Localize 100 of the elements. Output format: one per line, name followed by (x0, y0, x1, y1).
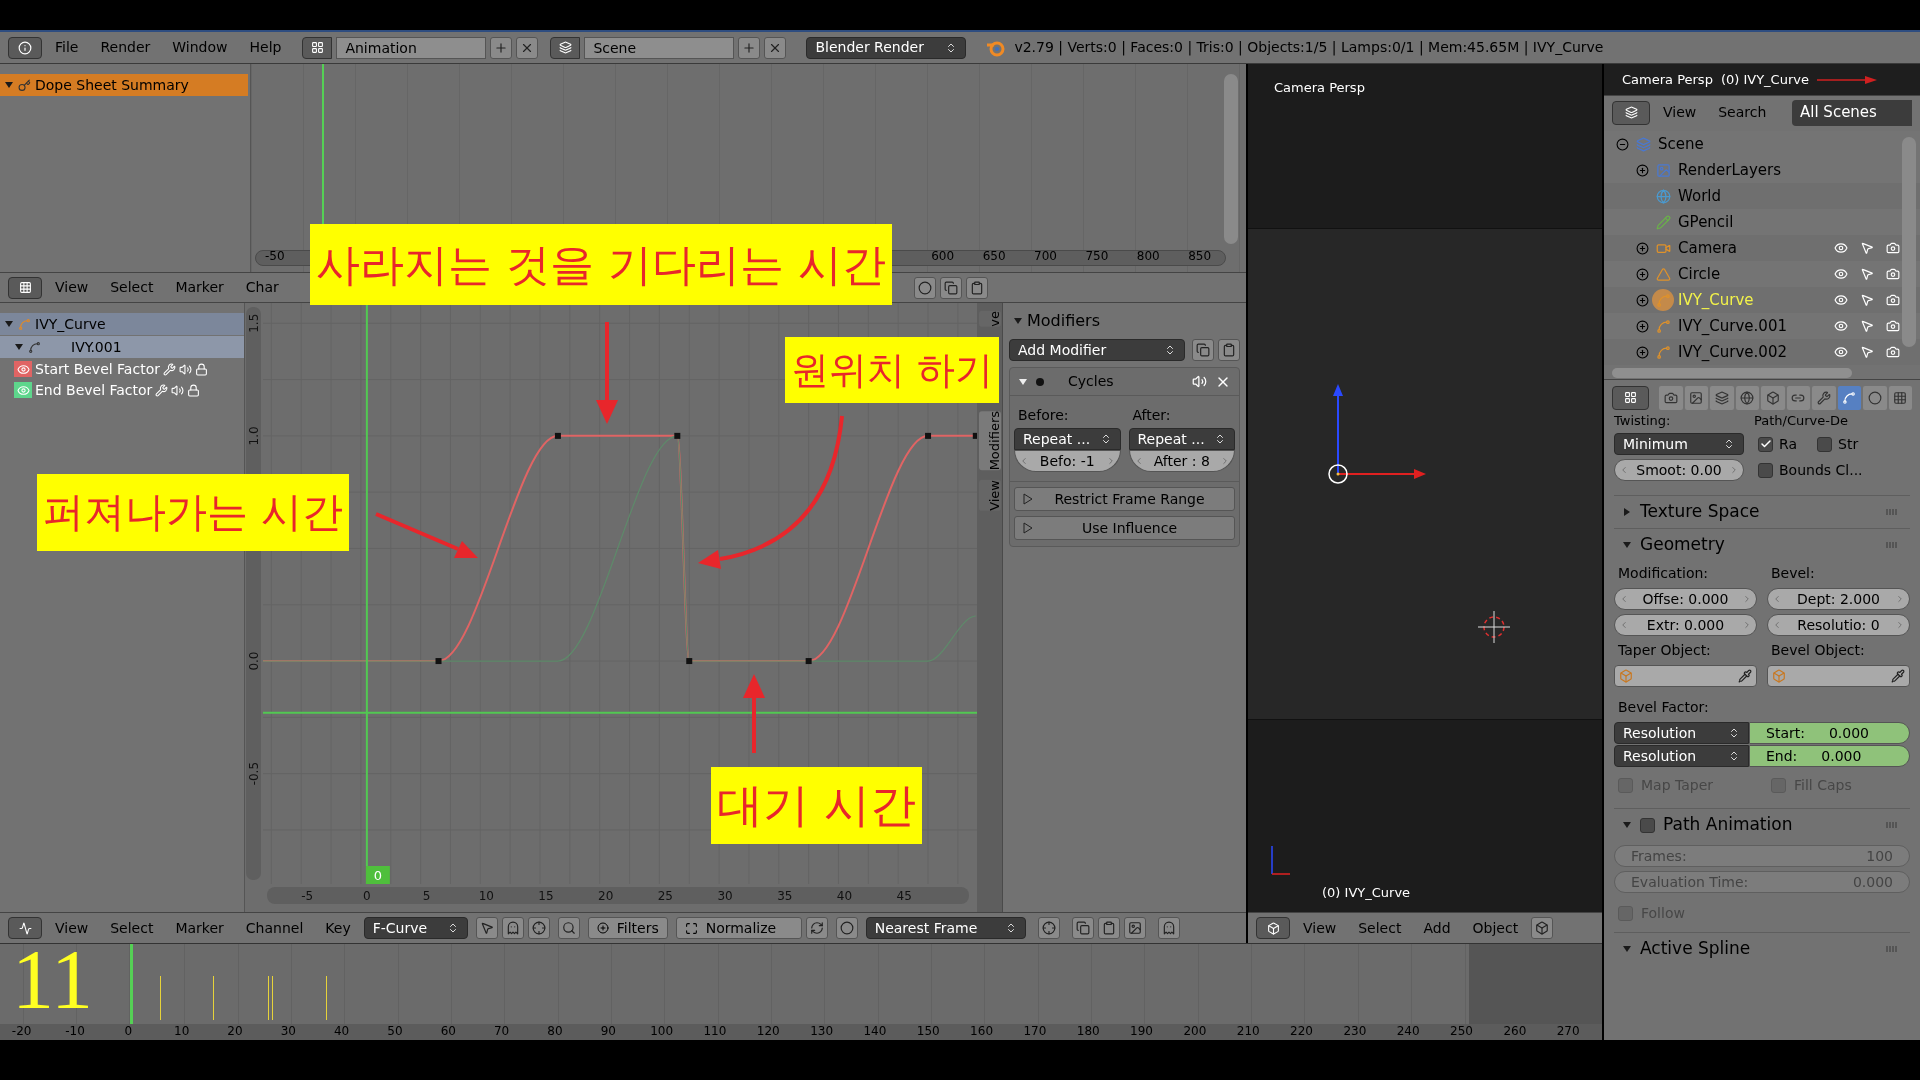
side-tab[interactable]: View (978, 480, 1001, 511)
menu-item[interactable]: Help (240, 37, 291, 58)
outliner-item[interactable]: GPencil (1678, 210, 1734, 234)
proportional-button[interactable] (835, 917, 858, 939)
number-field[interactable]: Befo: -1 (1014, 450, 1121, 472)
layout-field[interactable]: Animation (336, 36, 487, 59)
menu-item[interactable]: Render (91, 37, 160, 58)
number-field[interactable]: After : 8 (1128, 450, 1235, 472)
collapse-triangle-icon[interactable] (4, 80, 14, 90)
keyframe-point[interactable] (686, 658, 693, 665)
menu-item[interactable]: View (1294, 917, 1346, 939)
paste-button[interactable] (1097, 917, 1120, 939)
expand-icon[interactable] (1635, 345, 1649, 359)
copy-button[interactable] (1071, 917, 1094, 939)
toggle-button[interactable]: Use Influence (1014, 516, 1235, 540)
outliner-item[interactable]: RenderLayers (1678, 158, 1782, 182)
camera-icon[interactable] (1886, 241, 1900, 255)
keyframe-point[interactable] (435, 658, 442, 665)
expand-icon[interactable] (1635, 319, 1649, 333)
properties-tab[interactable] (1837, 385, 1862, 410)
action-channel[interactable]: IVY.001 (0, 336, 244, 358)
properties-tab[interactable] (1812, 385, 1836, 410)
pointer-icon[interactable] (1860, 319, 1874, 333)
keyframe-point[interactable] (554, 432, 561, 439)
menu-item[interactable]: View (46, 277, 98, 298)
before-mode-dropdown[interactable]: Repeat ... (1014, 428, 1121, 450)
outliner-item[interactable]: Camera (1678, 236, 1737, 260)
menu-item[interactable]: Char (236, 277, 288, 298)
collapse-triangle-icon[interactable] (1622, 944, 1632, 954)
checkbox[interactable] (1758, 462, 1773, 478)
menu-item[interactable]: Channel (236, 917, 313, 939)
menu-item[interactable]: File (46, 37, 88, 58)
after-mode-dropdown[interactable]: Repeat ... (1128, 428, 1235, 450)
expand-icon[interactable] (1635, 267, 1649, 281)
current-frame-badge[interactable]: 0 (365, 866, 390, 884)
outliner-item[interactable]: World (1678, 184, 1721, 208)
toggle-button[interactable]: Restrict Frame Range (1014, 487, 1235, 511)
target-button[interactable] (527, 917, 550, 939)
menu-item[interactable]: Window (163, 37, 237, 58)
properties-tab[interactable] (1888, 385, 1913, 410)
menu-item[interactable]: View (46, 917, 98, 939)
menu-item[interactable]: Add (1414, 917, 1460, 939)
pointer-icon[interactable] (1860, 241, 1874, 255)
properties-tab[interactable] (1761, 385, 1785, 410)
search-button[interactable] (557, 917, 580, 939)
collapse-triangle-icon[interactable] (1018, 376, 1028, 387)
checkbox[interactable] (1758, 436, 1773, 452)
outliner-item[interactable]: Circle (1678, 262, 1721, 286)
twist-method-dropdown[interactable]: Minimum (1614, 433, 1744, 455)
editor-type-button[interactable] (1612, 385, 1650, 410)
eye-icon[interactable] (1834, 241, 1848, 255)
expand-icon[interactable] (1635, 241, 1649, 255)
filters-button[interactable]: Filters (587, 917, 668, 939)
add-button[interactable] (490, 36, 513, 59)
number-field[interactable]: Dept: 2.000 (1767, 588, 1910, 610)
scene-type-button[interactable] (550, 36, 581, 59)
visibility-toggle[interactable] (14, 361, 32, 377)
pointer-icon[interactable] (1860, 345, 1874, 359)
properties-tab[interactable] (1684, 385, 1709, 410)
number-field[interactable]: Frames: 100 (1614, 845, 1910, 867)
number-field[interactable]: Smoot: 0.00 (1614, 459, 1744, 481)
collapse-triangle-icon[interactable] (1622, 820, 1632, 830)
menu-item[interactable]: Select (101, 917, 163, 939)
active-toggle[interactable] (1036, 377, 1044, 386)
editor-type-button[interactable] (1612, 100, 1650, 125)
number-field[interactable]: Extr: 0.000 (1614, 614, 1757, 636)
outliner-item[interactable]: IVY_Curve.002 (1678, 340, 1787, 364)
pointer-icon[interactable] (1860, 293, 1874, 307)
snap-dropdown[interactable]: Nearest Frame (865, 917, 1026, 939)
camera-icon[interactable] (1886, 319, 1900, 333)
checkbox[interactable] (1640, 817, 1655, 833)
outliner-item[interactable]: IVY_Curve (1678, 288, 1754, 312)
object-field[interactable] (1614, 665, 1757, 687)
layout-type-button[interactable] (302, 36, 333, 59)
mapping-dropdown[interactable]: Resolution (1614, 722, 1749, 744)
camera-icon[interactable] (1886, 293, 1900, 307)
object-channel[interactable]: IVY_Curve (0, 313, 244, 335)
editor-type-button[interactable] (8, 917, 42, 939)
number-field[interactable]: Resolutio: 0 (1767, 614, 1910, 636)
editor-type-button[interactable] (8, 276, 42, 299)
keyframe-point[interactable] (925, 432, 932, 439)
collapse-triangle-icon[interactable] (1622, 540, 1632, 550)
expand-triangle-icon[interactable] (1622, 507, 1632, 517)
menu-item[interactable]: Select (1349, 917, 1411, 939)
copy-button[interactable] (940, 276, 962, 299)
menu-item[interactable]: Select (101, 277, 163, 298)
scene-field[interactable]: Scene (584, 36, 735, 59)
keyframe-point[interactable] (805, 658, 812, 665)
outliner-item[interactable]: IVY_Curve.001 (1678, 314, 1787, 338)
menu-item[interactable]: Search (1709, 102, 1776, 123)
menu-item[interactable]: Marker (166, 917, 233, 939)
pivot-button[interactable] (1037, 917, 1060, 939)
object-field[interactable] (1767, 665, 1910, 687)
add-modifier-dropdown[interactable]: Add Modifier (1009, 339, 1185, 361)
side-tab[interactable]: ve (978, 311, 1001, 327)
expand-icon[interactable] (1635, 293, 1649, 307)
factor-slider[interactable]: End: 0.000 (1749, 745, 1910, 767)
collapse-triangle-icon[interactable] (4, 319, 14, 329)
factor-slider[interactable]: Start: 0.000 (1749, 722, 1910, 744)
side-tab[interactable]: Modifiers (978, 410, 1001, 471)
